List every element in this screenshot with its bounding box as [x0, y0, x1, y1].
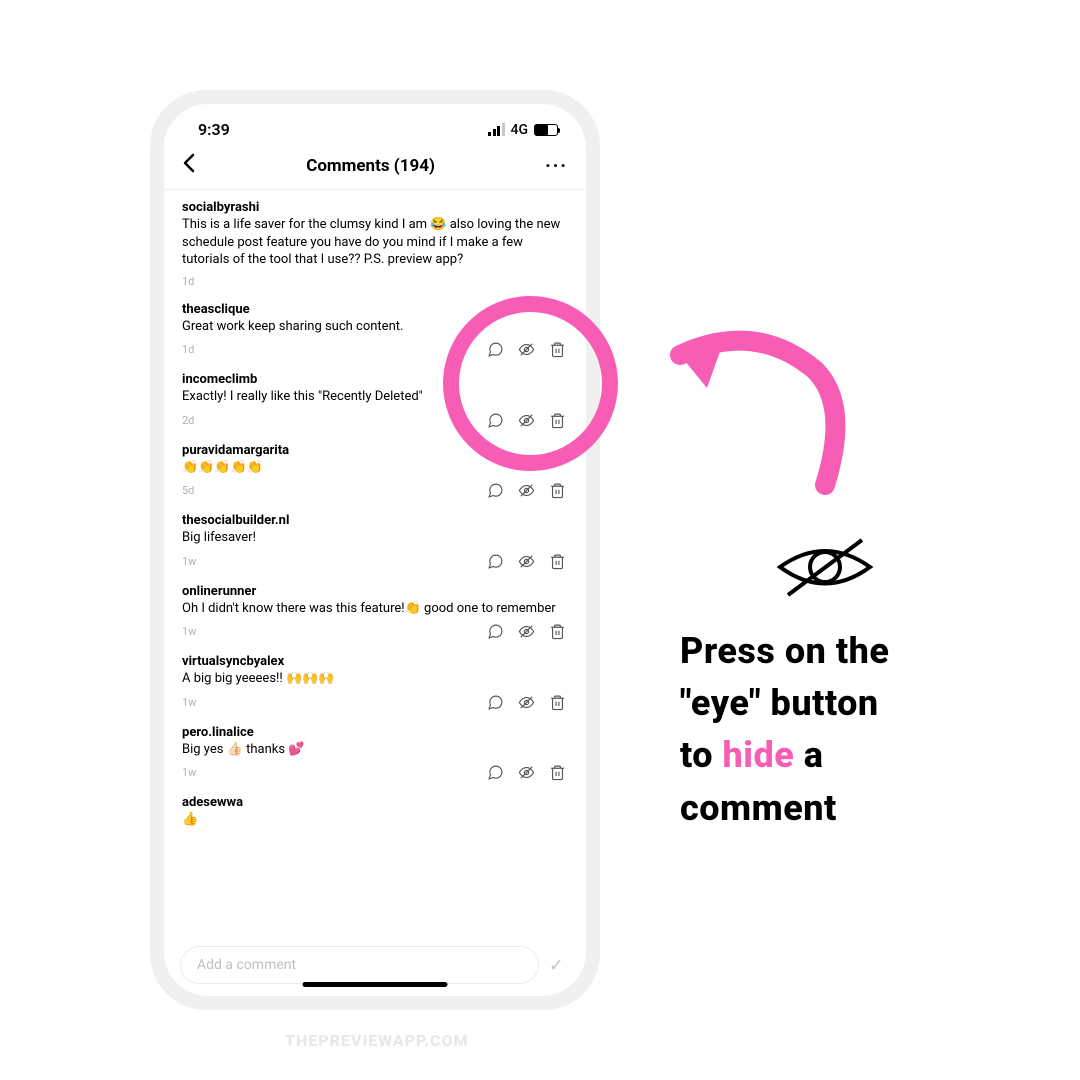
delete-icon[interactable]: [549, 694, 566, 711]
hide-icon[interactable]: [518, 482, 535, 499]
instruction-text: Press on the "eye" button to hide a comm…: [680, 625, 1030, 834]
instruction-line4: comment: [680, 787, 837, 829]
hide-icon[interactable]: [518, 623, 535, 640]
phone-screen: 9:39 4G Comments (194) ··· socialbyrashi…: [164, 104, 586, 996]
delete-icon[interactable]: [549, 412, 566, 429]
home-indicator[interactable]: [303, 982, 448, 987]
comment-timestamp: 1w: [182, 766, 196, 779]
comment-timestamp: 1w: [182, 696, 196, 709]
comment-body: 👏👏👏👏👏: [182, 459, 568, 477]
comment-username[interactable]: theasclique: [182, 302, 568, 317]
status-right: 4G: [488, 122, 558, 138]
comment-actions: [487, 623, 568, 640]
reply-icon[interactable]: [487, 764, 504, 781]
eye-crossed-icon: [770, 530, 880, 605]
reply-icon[interactable]: [487, 482, 504, 499]
reply-icon[interactable]: [487, 553, 504, 570]
comment-username[interactable]: incomeclimb: [182, 372, 568, 387]
instruction-line3b: a: [794, 734, 823, 776]
delete-icon[interactable]: [549, 341, 566, 358]
more-button[interactable]: ···: [545, 156, 568, 177]
signal-icon: [488, 123, 505, 136]
instruction-hide-word: hide: [723, 734, 795, 776]
comment-timestamp: 2d: [182, 414, 194, 427]
comments-list[interactable]: socialbyrashi This is a life saver for t…: [164, 190, 586, 936]
comment-body: A big big yeeees!! 🙌🙌🙌: [182, 670, 568, 688]
comment-actions: [487, 341, 568, 358]
reply-icon[interactable]: [487, 694, 504, 711]
comment-body: Exactly! I really like this "Recently De…: [182, 388, 568, 406]
comment-body: Big lifesaver!: [182, 529, 568, 547]
hide-icon[interactable]: [518, 764, 535, 781]
comment-item[interactable]: thesocialbuilder.nl Big lifesaver! 1w: [182, 503, 568, 574]
comment-item[interactable]: virtualsyncbyalex A big big yeeees!! 🙌🙌🙌…: [182, 644, 568, 715]
status-time: 9:39: [198, 120, 230, 139]
comment-username[interactable]: virtualsyncbyalex: [182, 654, 568, 669]
comment-item[interactable]: socialbyrashi This is a life saver for t…: [182, 190, 568, 292]
compose-bar: Add a comment ✓: [164, 936, 586, 996]
instruction-line3a: to: [680, 734, 723, 776]
comment-body: Oh I didn't know there was this feature!…: [182, 600, 568, 618]
delete-icon[interactable]: [549, 553, 566, 570]
reply-icon[interactable]: [487, 341, 504, 358]
hide-icon[interactable]: [518, 694, 535, 711]
comment-body: Big yes 👍🏻 thanks 💕: [182, 741, 568, 759]
status-bar: 9:39 4G: [164, 104, 586, 145]
delete-icon[interactable]: [549, 623, 566, 640]
comment-timestamp: 5d: [182, 484, 194, 497]
comment-actions: [487, 412, 568, 429]
comment-username[interactable]: thesocialbuilder.nl: [182, 513, 568, 528]
comment-timestamp: 1w: [182, 625, 196, 638]
comment-body: 👍: [182, 811, 568, 829]
comment-item[interactable]: pero.linalice Big yes 👍🏻 thanks 💕 1w: [182, 715, 568, 786]
delete-icon[interactable]: [549, 764, 566, 781]
comment-timestamp: 1d: [182, 343, 194, 356]
comment-username[interactable]: adesewwa: [182, 795, 568, 810]
comment-actions: [487, 553, 568, 570]
comment-timestamp: 1d: [182, 275, 194, 288]
comment-item[interactable]: theasclique Great work keep sharing such…: [182, 292, 568, 363]
comment-input[interactable]: Add a comment: [180, 946, 539, 984]
comment-item[interactable]: incomeclimb Exactly! I really like this …: [182, 362, 568, 433]
hide-icon[interactable]: [518, 341, 535, 358]
comment-timestamp: 1w: [182, 555, 196, 568]
phone-frame: 9:39 4G Comments (194) ··· socialbyrashi…: [150, 90, 600, 1010]
instruction-line2: "eye" button: [680, 682, 879, 724]
nav-bar: Comments (194) ···: [164, 145, 586, 189]
comment-body: This is a life saver for the clumsy kind…: [182, 216, 568, 269]
comment-username[interactable]: pero.linalice: [182, 725, 568, 740]
comment-item[interactable]: adesewwa 👍: [182, 785, 568, 839]
submit-button[interactable]: ✓: [549, 955, 570, 976]
comment-item[interactable]: puravidamargarita 👏👏👏👏👏 5d: [182, 433, 568, 504]
hide-icon[interactable]: [518, 553, 535, 570]
back-button[interactable]: [182, 153, 196, 179]
comment-actions: [487, 764, 568, 781]
network-label: 4G: [511, 122, 529, 138]
comment-body: Great work keep sharing such content.: [182, 318, 568, 336]
arrow-annotation: [655, 310, 875, 510]
comment-username[interactable]: socialbyrashi: [182, 200, 568, 215]
comment-username[interactable]: onlinerunner: [182, 584, 568, 599]
comment-actions: [487, 482, 568, 499]
hide-icon[interactable]: [518, 412, 535, 429]
comment-item[interactable]: onlinerunner Oh I didn't know there was …: [182, 574, 568, 645]
reply-icon[interactable]: [487, 623, 504, 640]
watermark: THEPREVIEWAPP.COM: [285, 1031, 469, 1050]
instruction-line1: Press on the: [680, 630, 889, 672]
battery-icon: [534, 124, 558, 136]
delete-icon[interactable]: [549, 482, 566, 499]
comment-actions: [487, 694, 568, 711]
comment-username[interactable]: puravidamargarita: [182, 443, 568, 458]
page-title: Comments (194): [306, 156, 435, 176]
reply-icon[interactable]: [487, 412, 504, 429]
